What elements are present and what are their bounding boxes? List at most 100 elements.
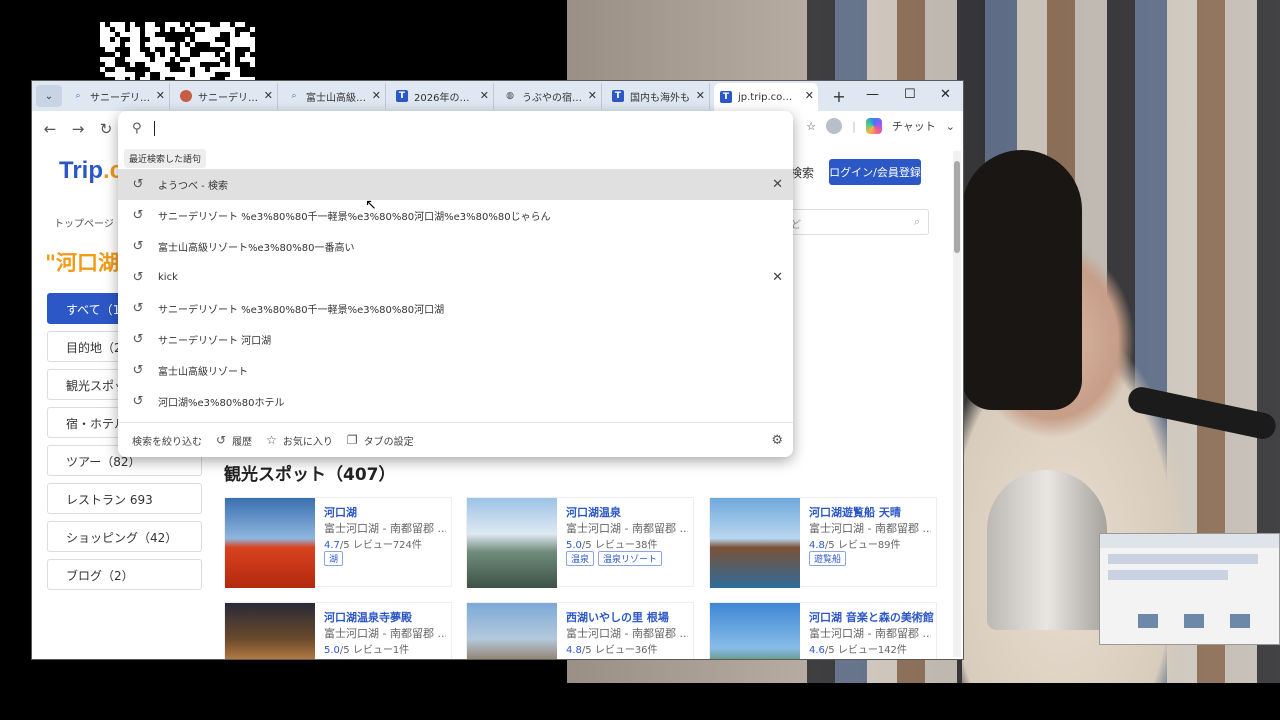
close-tab-icon[interactable]: ✕ [156,89,165,102]
rating-reviews: /5 レビュー89件 [824,540,901,551]
qr-module [150,57,155,62]
close-tab-icon[interactable]: ✕ [696,89,705,102]
close-tab-icon[interactable]: ✕ [588,89,597,102]
desktop-stage: ⌄ ⌕ サニーデリゾート ✕ サニーデリゾート ✕ ⌕ 富士山高級リゾ ✕ T 2026年の富士山… [0,0,1280,720]
rating-reviews: /5 レビュー724件 [339,540,422,551]
new-tab-button[interactable]: + [826,87,852,106]
search-icon[interactable]: ⌕ [914,215,920,229]
header-search-link[interactable]: 検索 [790,164,814,181]
star-icon: ☆ [266,433,277,447]
rating-score: 4.6 [809,645,825,656]
login-button[interactable]: ログイン/会員登録 [829,159,921,185]
breadcrumb[interactable]: トップページ > [54,215,125,230]
qr-module [190,72,195,77]
close-window-button[interactable]: ✕ [940,87,951,102]
tab-actions-menu[interactable]: ⌄ [36,85,62,107]
attraction-photo[interactable] [467,498,557,588]
gear-icon[interactable]: ⚙ [771,433,783,448]
text-caret [153,120,155,136]
remove-suggestion-icon[interactable]: ✕ [772,270,783,285]
chevron-down-icon[interactable]: ⌄ [946,120,955,133]
page-scrollbar[interactable] [953,151,961,657]
remove-suggestion-icon[interactable]: ✕ [772,177,783,192]
attraction-photo[interactable] [225,498,315,588]
search-icon: ⌕ [75,91,81,101]
attraction-photo[interactable] [225,603,315,659]
attraction-tag[interactable]: 湖 [324,551,344,566]
attraction-photo[interactable] [710,498,800,588]
browser-tab[interactable]: ⌕ サニーデリゾート ✕ [66,83,170,109]
attraction-title[interactable]: 西湖いやしの里 根場 [566,609,669,625]
browser-tab[interactable]: Tjp.trip.com/glo ✕ [714,83,818,111]
suggestion-item[interactable]: ↺ サニーデリゾート %e3%80%80千一軽景%e3%80%80河口湖%e3%8… [118,200,793,231]
narrow-search-button[interactable]: 検索を絞り込む [132,433,202,448]
filter-category[interactable]: ブログ（2） [47,559,202,590]
filter-category[interactable]: レストラン 693 [47,483,202,514]
close-tab-icon[interactable]: ✕ [480,89,489,102]
attraction-title[interactable]: 河口湖温泉 [566,504,621,520]
qr-module [125,27,130,32]
narrow-search-label: 検索を絞り込む [132,436,202,448]
back-icon[interactable]: ← [36,120,64,138]
site-favicon-icon [180,90,192,102]
attraction-card[interactable]: 河口湖 音楽と森の美術館 富士河口湖 - 南都留郡 ... 4.6/5 レビュー14… [709,602,937,659]
close-tab-icon[interactable]: ✕ [805,89,814,102]
scrollbar-thumb[interactable] [954,161,960,253]
favorites-star-icon[interactable]: ☆ [806,120,816,133]
attraction-card[interactable]: 河口湖遊覧船 天晴 富士河口湖 - 南都留郡 ... 4.8/5 レビュー89件 遊覧… [709,497,937,588]
attraction-photo[interactable] [710,603,800,659]
attraction-title[interactable]: 河口湖温泉寺夢殿 [324,609,412,625]
attraction-rating: 5.0/5 レビュー1件 [324,641,409,656]
suggestion-item[interactable]: ↺ サニーデリゾート %e3%80%80千一軽景%e3%80%80河口湖 [118,293,793,324]
suggestion-item[interactable]: ↺ サニーデリゾート 河口湖 [118,324,793,355]
qr-module [125,52,130,57]
qr-module [110,67,115,72]
browser-tab[interactable]: T 国内も海外も ✕ [606,83,710,109]
filter-category[interactable]: ショッピング（42） [47,521,202,552]
attraction-tag[interactable]: 温泉リゾート [598,551,663,566]
suggestion-item[interactable]: ↺ 河口湖%e3%80%80ホテル [118,386,793,417]
forward-icon[interactable]: → [64,120,92,138]
browser-tab[interactable]: ⌕ 富士山高級リゾ ✕ [282,83,386,109]
suggestion-item[interactable]: ↺ 富士山高級リゾート%e3%80%80一番高い [118,231,793,262]
reload-icon[interactable]: ↻ [92,120,120,138]
history-icon: ↺ [132,177,144,192]
qr-module [145,37,150,42]
browser-tab[interactable]: ◍ うぶやの宿泊予約 ✕ [498,83,602,109]
suggestion-text: ようつべ - 検索 [158,181,228,192]
close-tab-icon[interactable]: ✕ [264,89,273,102]
attraction-photo[interactable] [467,603,557,659]
attraction-card[interactable]: 西湖いやしの里 根場 富士河口湖 - 南都留郡 ... 4.8/5 レビュー36件 [466,602,694,659]
suggestion-text: 河口湖%e3%80%80ホテル [158,398,285,409]
suggestion-item[interactable]: ↺ kick ✕ [118,262,793,293]
qr-module [250,72,255,77]
qr-module [140,72,145,77]
attraction-tag[interactable]: 遊覧船 [809,551,847,566]
attraction-location: 富士河口湖 - 南都留郡 ... [566,522,688,535]
chat-button[interactable]: チャット [892,118,936,134]
close-tab-icon[interactable]: ✕ [372,89,381,102]
history-filter-button[interactable]: ↺ 履歴 [216,433,252,448]
site-search-input[interactable]: など ⌕ [772,209,929,235]
maximize-button[interactable]: ☐ [904,87,916,102]
profile-avatar[interactable] [826,118,843,134]
suggestion-item[interactable]: ↺ 富士山高級リゾート [118,355,793,386]
attraction-title[interactable]: 河口湖遊覧船 天晴 [809,504,901,520]
favorites-filter-button[interactable]: ☆ お気に入り [266,433,333,448]
address-input[interactable]: ⚲ [118,111,793,145]
attraction-card[interactable]: 河口湖 富士河口湖 - 南都留郡 ... 4.7/5 レビュー724件湖 [224,497,452,588]
suggestion-item[interactable]: ↺ ようつべ - 検索 ✕ [118,169,793,200]
attraction-title[interactable]: 河口湖 [324,504,357,520]
microphone [987,470,1107,630]
browser-tab[interactable]: T 2026年の富士山 ✕ [390,83,494,109]
attraction-tag[interactable]: 温泉 [566,551,595,566]
preview-image [1184,614,1204,628]
attraction-card[interactable]: 河口湖温泉寺夢殿 富士河口湖 - 南都留郡 ... 5.0/5 レビュー1件 [224,602,452,659]
qr-module [195,52,200,57]
browser-tab[interactable]: サニーデリゾート ✕ [174,83,278,109]
minimize-button[interactable]: — [866,87,879,102]
attraction-card[interactable]: 河口湖温泉 富士河口湖 - 南都留郡 ... 5.0/5 レビュー38件 温泉 温泉リゾ… [466,497,694,588]
copilot-icon[interactable] [865,118,882,134]
attraction-title[interactable]: 河口湖 音楽と森の美術館 [809,609,934,625]
tabs-filter-button[interactable]: ❐ タブの設定 [347,433,414,448]
